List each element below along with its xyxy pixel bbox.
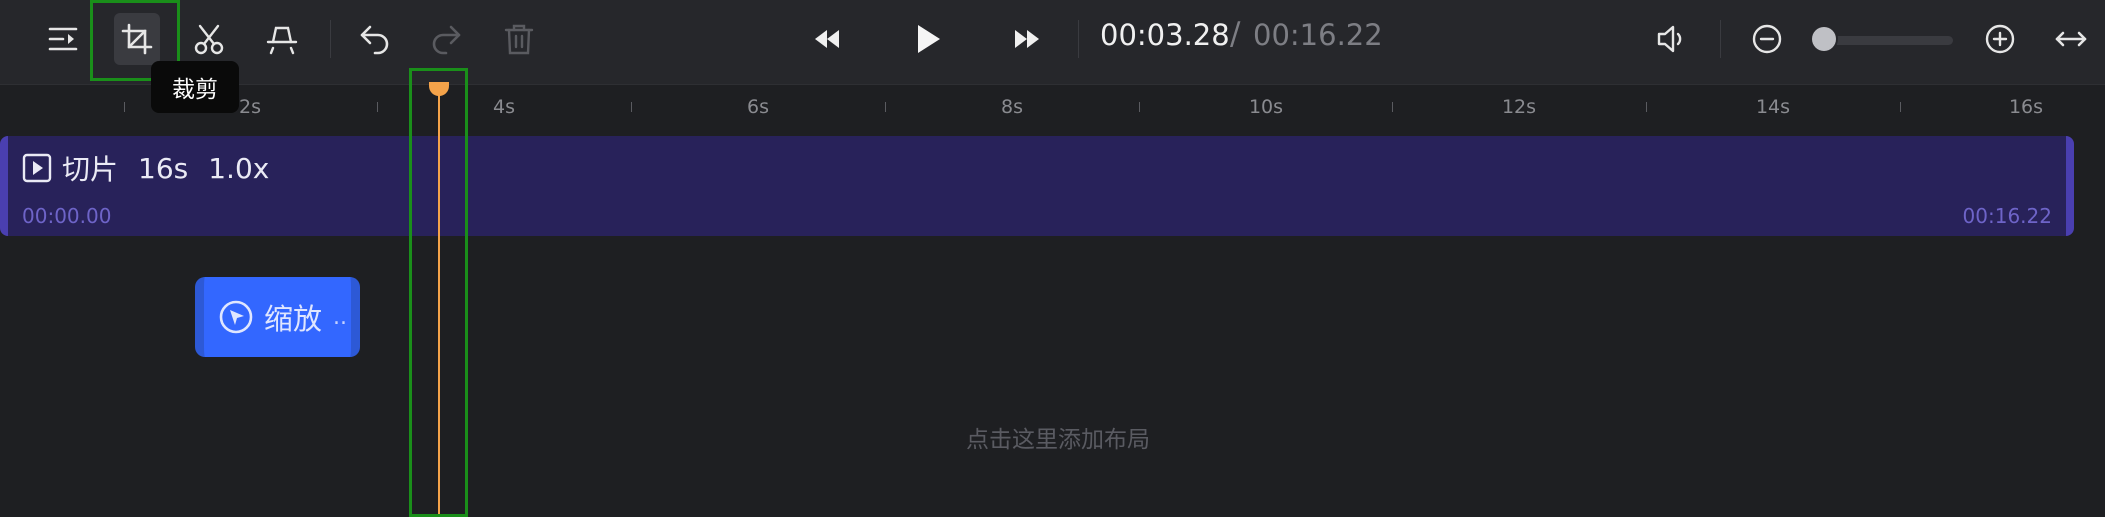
total-time: 00:16.22 (1253, 18, 1383, 52)
cut-button[interactable] (186, 13, 232, 65)
zoom-slider-handle[interactable] (1812, 27, 1836, 51)
fast-forward-button[interactable] (1004, 13, 1050, 65)
clip-duration: 16s (138, 151, 189, 185)
play-button[interactable] (904, 13, 950, 65)
fit-width-button[interactable] (2048, 13, 2094, 65)
cursor-target-icon (219, 300, 253, 334)
zoom-in-button[interactable] (1977, 13, 2023, 65)
crop-icon (121, 23, 153, 55)
ruler-label: 2s (239, 96, 261, 118)
ruler-tick (1900, 102, 1901, 112)
clip-speed: 1.0x (208, 151, 270, 185)
menu-button[interactable] (40, 13, 86, 65)
split-button[interactable] (259, 13, 305, 65)
volume-icon (1657, 25, 1682, 53)
toolbar-divider (1078, 20, 1079, 58)
delete-icon (504, 24, 534, 55)
ruler-label: 12s (1501, 96, 1537, 118)
rewind-button[interactable] (804, 13, 850, 65)
menu-icon (48, 27, 78, 51)
ruler-tick (124, 102, 125, 112)
ruler-tick (377, 102, 378, 112)
ruler-label: 16s (2008, 96, 2044, 118)
play-icon (918, 25, 940, 53)
ruler-label: 14s (1755, 96, 1791, 118)
rewind-icon (815, 30, 839, 48)
zoom-in-icon (1985, 24, 2015, 54)
zoom-out-button[interactable] (1744, 13, 1790, 65)
clip-end-time: 00:16.22 (1962, 204, 2052, 228)
add-layout-hint[interactable]: 点击这里添加布局 (966, 420, 1150, 454)
video-clip-track[interactable]: 切片 16s 1.0x 00:00.00 00:16.22 (0, 136, 2074, 236)
volume-button[interactable] (1648, 13, 1694, 65)
toolbar-divider (330, 20, 331, 58)
toolbar-divider (1720, 20, 1721, 58)
time-separator: / (1230, 16, 1241, 52)
undo-button[interactable] (352, 13, 398, 65)
zoom-segment-ellipsis: .. (333, 305, 347, 330)
ruler-tick (1392, 102, 1393, 112)
video-clip-icon (22, 153, 52, 183)
clip-header: 切片 16s 1.0x (22, 148, 269, 188)
ruler-label: 4s (493, 96, 515, 118)
ruler-tick (1139, 102, 1140, 112)
ruler-tick (885, 102, 886, 112)
clip-start-time: 00:00.00 (22, 204, 112, 228)
zoom-out-icon (1752, 24, 1782, 54)
ruler-tick (1646, 102, 1647, 112)
undo-icon (360, 25, 389, 55)
ruler-label: 8s (1001, 96, 1023, 118)
time-ruler[interactable]: 2s 4s 6s 8s 10s 12s 14s 16s (0, 85, 2105, 129)
ruler-label: 10s (1248, 96, 1284, 118)
redo-icon (432, 25, 461, 55)
ruler-label: 6s (747, 96, 769, 118)
current-time: 00:03.28 (1100, 18, 1230, 52)
zoom-segment[interactable]: 缩放 .. (195, 277, 360, 357)
scissors-icon (194, 24, 224, 55)
crop-button[interactable] (114, 13, 160, 65)
split-icon (266, 26, 298, 55)
toolbar: 00:03.28 / 00:16.22 (0, 0, 2105, 85)
redo-button[interactable] (423, 13, 469, 65)
clip-title: 切片 (62, 153, 119, 186)
fit-width-icon (2055, 31, 2087, 47)
playhead[interactable] (438, 95, 440, 517)
zoom-segment-label: 缩放 (264, 302, 323, 336)
crop-tooltip: 裁剪 (151, 61, 239, 113)
delete-button[interactable] (496, 13, 542, 65)
ruler-tick (631, 102, 632, 112)
fast-forward-icon (1015, 30, 1039, 48)
